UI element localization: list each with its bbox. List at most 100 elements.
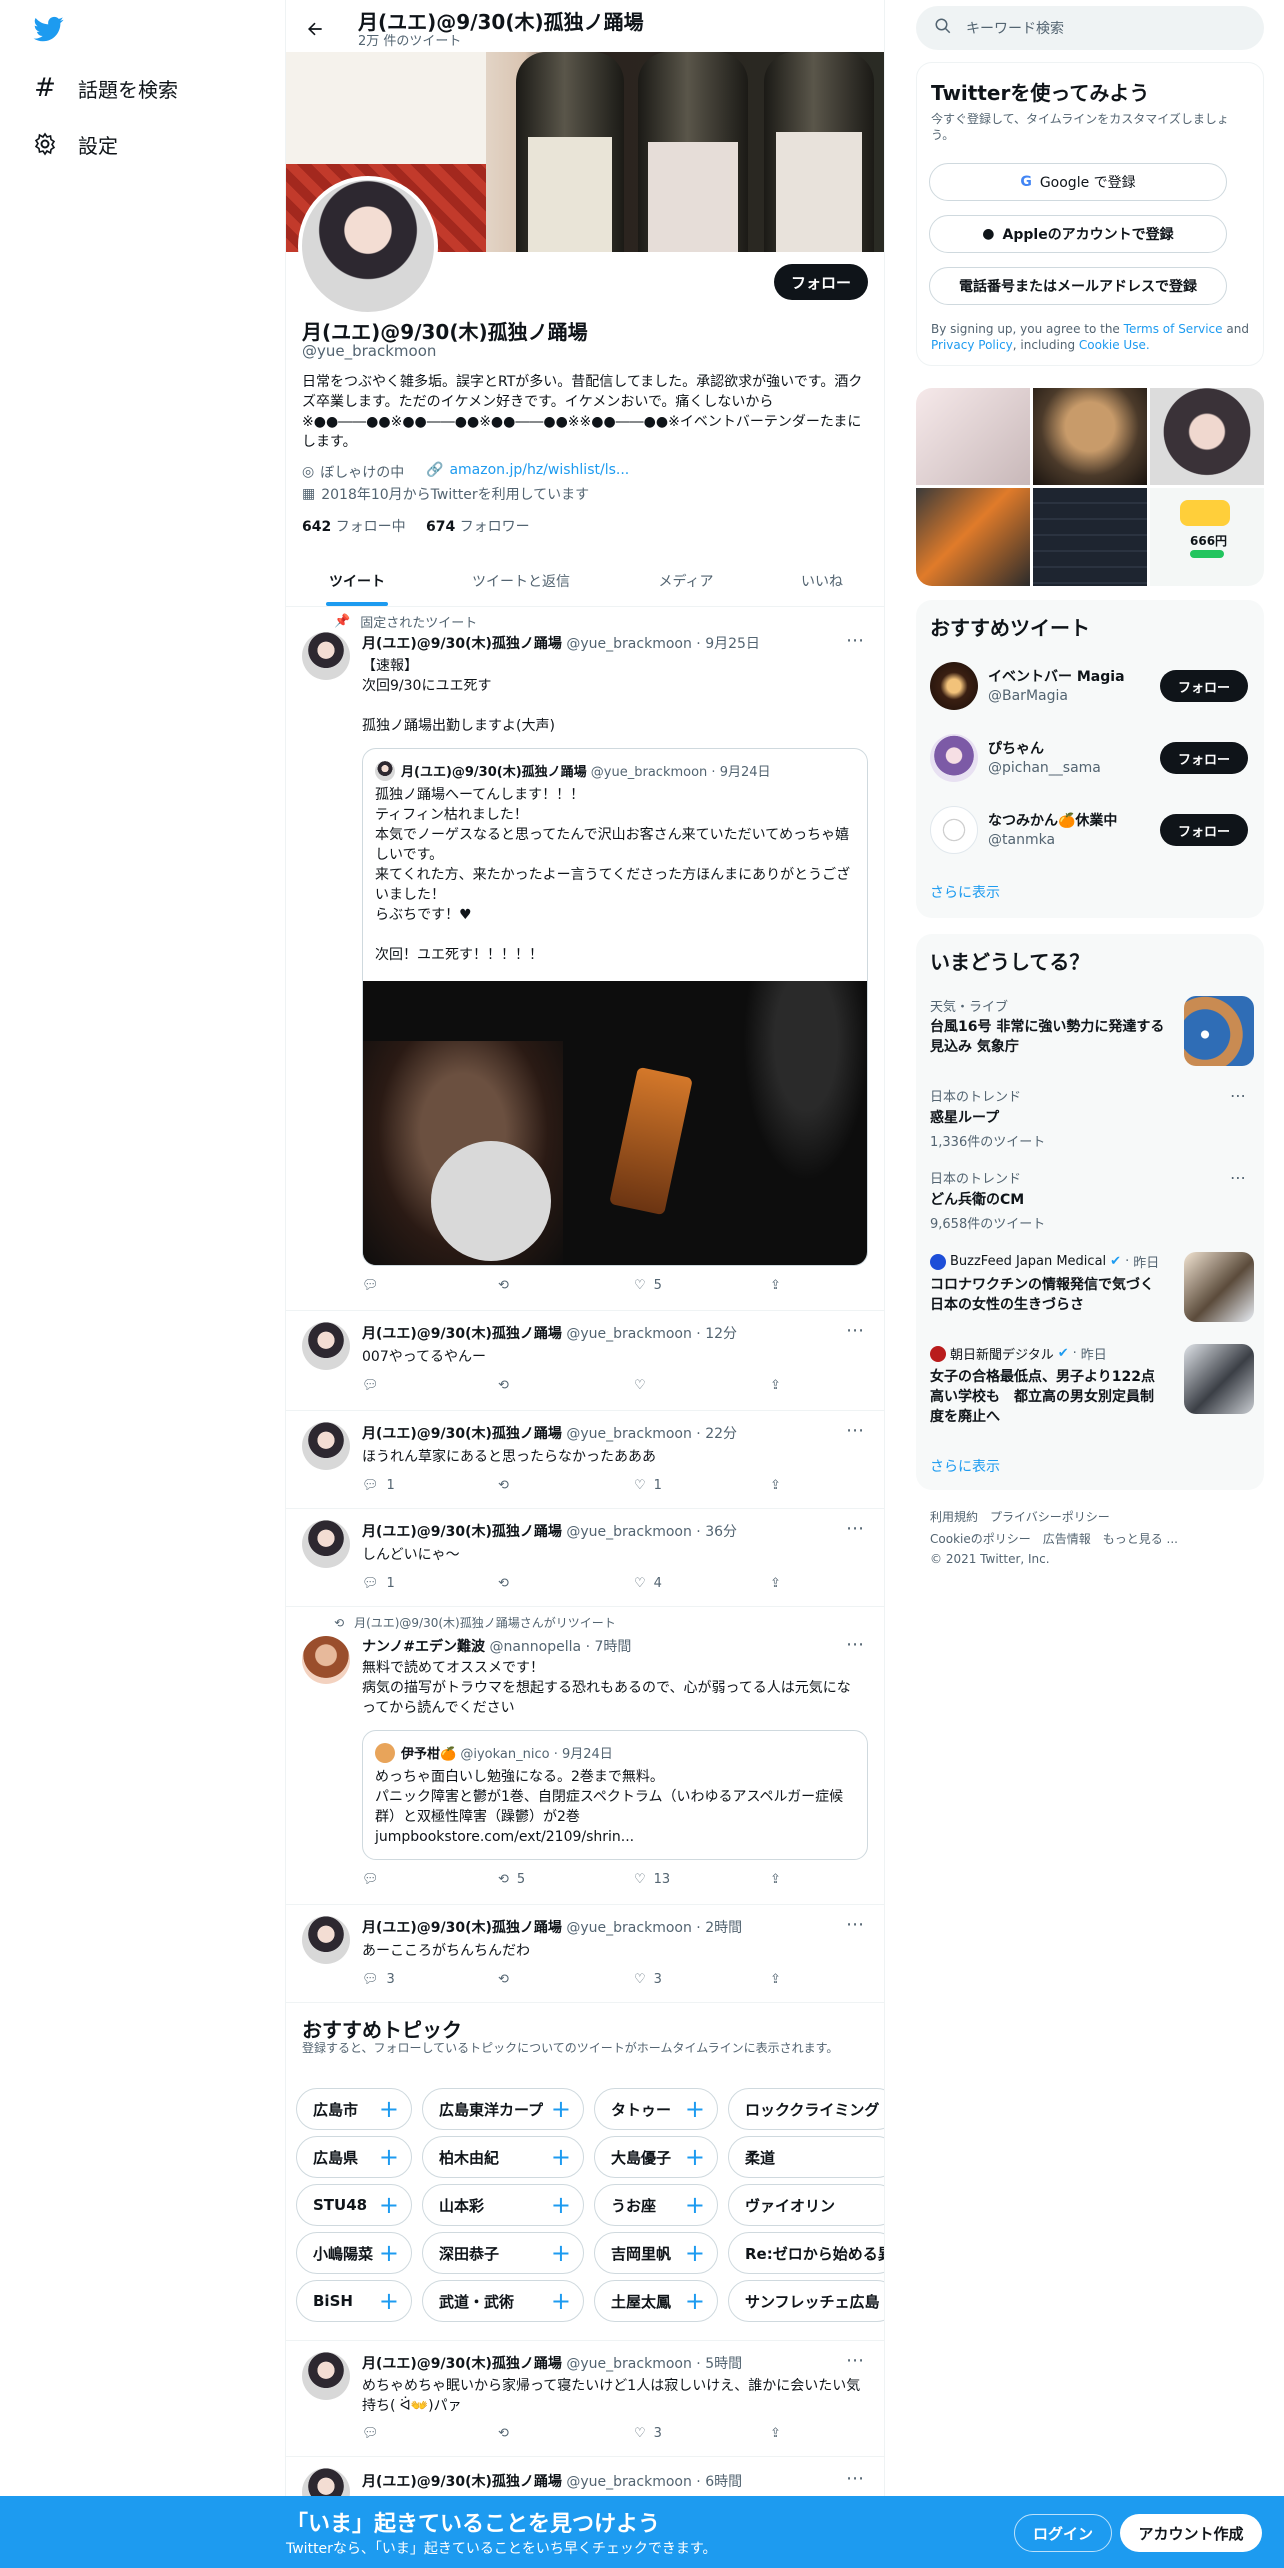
topic-chip[interactable]: サンフレッチェ広島 bbox=[728, 2280, 884, 2322]
privacy-link[interactable]: Privacy Policy bbox=[931, 338, 1013, 352]
topic-chip[interactable]: 吉岡里帆 + bbox=[594, 2232, 718, 2274]
quote-tweet[interactable]: 伊予柑🍊 @iyokan_nico · 9月24日 めっちゃ面白いし勉強になる。… bbox=[362, 1730, 868, 1860]
profile-avatar[interactable] bbox=[298, 176, 438, 316]
tweet-author[interactable]: ナンノ#エデン難波 bbox=[362, 1639, 485, 1655]
sidebar-item-settings[interactable]: 設定 bbox=[32, 126, 118, 162]
tweet-author[interactable]: 月(ユエ)@9/30(木)孤独ノ踊場 bbox=[362, 1524, 562, 1540]
tab-tweets-replies[interactable]: ツイートと返信 bbox=[450, 556, 592, 606]
tweet-time[interactable]: 9月25日 bbox=[705, 636, 760, 652]
tweet-author[interactable]: 月(ユエ)@9/30(木)孤独ノ踊場 bbox=[362, 1326, 562, 1342]
more-icon[interactable]: ⋯ bbox=[846, 1634, 864, 1655]
tab-media[interactable]: メディア bbox=[615, 556, 757, 606]
like-button[interactable]: ♡ 13 bbox=[634, 1872, 670, 1887]
like-button[interactable]: ♡ bbox=[634, 1378, 646, 1393]
share-button[interactable]: ⇪ bbox=[770, 1478, 781, 1493]
topic-chip[interactable]: 大島優子 + bbox=[594, 2136, 718, 2178]
media-thumb[interactable] bbox=[1150, 388, 1264, 485]
topic-chip[interactable]: うお座 + bbox=[594, 2184, 718, 2226]
more-icon[interactable]: ⋯ bbox=[846, 1320, 864, 1341]
media-thumb[interactable]: 666円 bbox=[1150, 488, 1264, 586]
more-icon[interactable]: ⋯ bbox=[846, 1420, 864, 1441]
like-button[interactable]: ♡ 4 bbox=[634, 1576, 662, 1591]
more-icon[interactable]: ⋯ bbox=[846, 2468, 864, 2489]
avatar[interactable] bbox=[302, 2352, 350, 2400]
google-signup-button[interactable]: G Google で登録 bbox=[929, 163, 1227, 201]
reply-button[interactable]: 💬︎ bbox=[362, 1378, 379, 1393]
website-link[interactable]: amazon.jp/hz/wishlist/ls... bbox=[449, 462, 629, 478]
tweet-time[interactable]: 12分 bbox=[705, 1326, 737, 1342]
retweet-button[interactable]: ⟲ bbox=[498, 1478, 509, 1493]
topic-chip[interactable]: 小嶋陽菜 + bbox=[296, 2232, 412, 2274]
like-button[interactable]: ♡ 5 bbox=[634, 1278, 662, 1293]
avatar[interactable] bbox=[302, 1520, 350, 1568]
follow-button[interactable]: フォロー bbox=[774, 264, 868, 300]
login-button[interactable]: ログイン bbox=[1014, 2514, 1112, 2552]
like-button[interactable]: ♡ 1 bbox=[634, 1478, 662, 1493]
tweet-time[interactable]: 2時間 bbox=[705, 1920, 742, 1936]
topic-chip[interactable]: 土屋太鳳 + bbox=[594, 2280, 718, 2322]
tweet-author[interactable]: 月(ユエ)@9/30(木)孤独ノ踊場 bbox=[362, 1920, 562, 1936]
share-button[interactable]: ⇪ bbox=[770, 1972, 781, 1987]
media-thumb[interactable] bbox=[916, 388, 1030, 485]
tweet-time[interactable]: 7時間 bbox=[594, 1639, 631, 1655]
topic-chip[interactable]: 深田恭子 + bbox=[422, 2232, 584, 2274]
phone-signup-button[interactable]: 電話番号またはメールアドレスで登録 bbox=[929, 267, 1227, 305]
more-icon[interactable]: ⋯ bbox=[1230, 1168, 1246, 1187]
more-icon[interactable]: ⋯ bbox=[846, 2350, 864, 2371]
more-icon[interactable]: ⋯ bbox=[846, 1914, 864, 1935]
trend-item[interactable]: 日本のトレンド どん兵衛のCM 9,658件のツイート ⋯ bbox=[930, 1168, 1254, 1232]
footer-links-2[interactable]: Cookieのポリシー 広告情報 もっと見る ... bbox=[930, 1530, 1178, 1547]
media-thumb[interactable] bbox=[1033, 388, 1147, 485]
avatar[interactable] bbox=[302, 1422, 350, 1470]
quote-photo[interactable] bbox=[363, 981, 867, 1265]
retweet-button[interactable]: ⟲ bbox=[498, 1278, 509, 1293]
tab-tweets[interactable]: ツイート bbox=[286, 556, 428, 606]
quote-tweet[interactable]: 月(ユエ)@9/30(木)孤独ノ踊場 @yue_brackmoon · 9月24… bbox=[362, 748, 868, 1266]
trends-more-link[interactable]: さらに表示 bbox=[930, 1456, 1000, 1476]
topic-chip[interactable]: ヴァイオリン bbox=[728, 2184, 884, 2226]
media-thumb[interactable] bbox=[916, 488, 1030, 586]
retweet-button[interactable]: ⟲ 5 bbox=[498, 1872, 525, 1887]
retweet-button[interactable]: ⟲ bbox=[498, 2426, 509, 2441]
share-button[interactable]: ⇪ bbox=[770, 1378, 781, 1393]
tweet-time[interactable]: 5時間 bbox=[705, 2356, 742, 2372]
follow-button[interactable]: フォロー bbox=[1160, 742, 1248, 774]
reply-button[interactable]: 💬︎ bbox=[362, 2426, 379, 2441]
tweet-time[interactable]: 6時間 bbox=[705, 2474, 742, 2490]
topic-chip[interactable]: BiSH + bbox=[296, 2280, 412, 2322]
retweet-button[interactable]: ⟲ bbox=[498, 1972, 509, 1987]
apple-signup-button[interactable]: ● Appleのアカウントで登録 bbox=[929, 215, 1227, 253]
topic-chip[interactable]: STU48 + bbox=[296, 2184, 412, 2226]
back-button[interactable] bbox=[298, 12, 332, 46]
avatar[interactable] bbox=[302, 1916, 350, 1964]
share-button[interactable]: ⇪ bbox=[770, 1576, 781, 1591]
share-button[interactable]: ⇪ bbox=[770, 1278, 781, 1293]
tweet-author[interactable]: 月(ユエ)@9/30(木)孤独ノ踊場 bbox=[362, 2474, 562, 2490]
topic-chip[interactable]: 武道・武術 + bbox=[422, 2280, 584, 2322]
follow-button[interactable]: フォロー bbox=[1160, 814, 1248, 846]
reply-button[interactable]: 💬︎ bbox=[362, 1278, 379, 1293]
recommended-user[interactable]: ぴちゃん @pichan__sama フォロー bbox=[930, 732, 1254, 784]
follow-button[interactable]: フォロー bbox=[1160, 670, 1248, 702]
topic-chip[interactable]: 柏木由紀 + bbox=[422, 2136, 584, 2178]
tweet-author[interactable]: 月(ユエ)@9/30(木)孤独ノ踊場 bbox=[362, 1426, 562, 1442]
like-button[interactable]: ♡ 3 bbox=[634, 1972, 662, 1987]
recommended-more-link[interactable]: さらに表示 bbox=[930, 882, 1000, 902]
tweet-time[interactable]: 36分 bbox=[705, 1524, 737, 1540]
avatar[interactable] bbox=[302, 1322, 350, 1370]
profile-website[interactable]: 🔗 amazon.jp/hz/wishlist/ls... bbox=[426, 462, 629, 478]
tweet-author[interactable]: 月(ユエ)@9/30(木)孤独ノ踊場 bbox=[362, 636, 562, 652]
reply-button[interactable]: 💬︎ 1 bbox=[362, 1576, 395, 1591]
more-icon[interactable]: ⋯ bbox=[1230, 1086, 1246, 1105]
more-icon[interactable]: ⋯ bbox=[846, 630, 864, 651]
reply-button[interactable]: 💬︎ bbox=[362, 1872, 379, 1887]
topic-chip[interactable]: 広島県 + bbox=[296, 2136, 412, 2178]
tweet-time[interactable]: 22分 bbox=[705, 1426, 737, 1442]
topic-chip[interactable]: 山本彩 + bbox=[422, 2184, 584, 2226]
sidebar-item-explore[interactable]: # 話題を検索 bbox=[32, 70, 178, 106]
news-item[interactable]: BuzzFeed Japan Medical ✔ · 昨日 コロナワクチンの情報… bbox=[930, 1252, 1254, 1322]
news-item[interactable]: 朝日新聞デジタル ✔ · 昨日 女子の合格最低点、男子より122点高い学校も 都… bbox=[930, 1344, 1254, 1436]
search-box[interactable]: キーワード検索 bbox=[916, 6, 1264, 50]
topic-chip[interactable]: 広島市 + bbox=[296, 2088, 412, 2130]
share-button[interactable]: ⇪ bbox=[770, 2426, 781, 2441]
